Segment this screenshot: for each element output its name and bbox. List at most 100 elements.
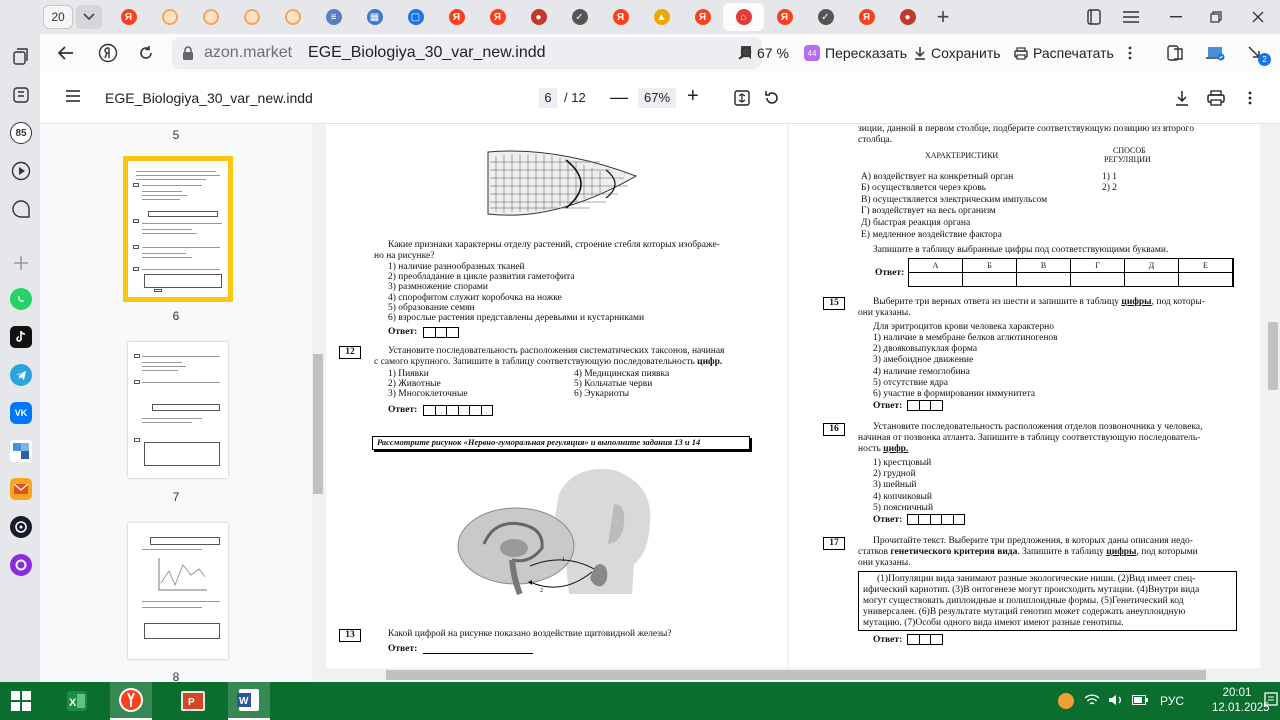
more-actions-button[interactable] [1120,39,1145,67]
browser-tab[interactable]: ● [518,3,559,31]
print-pdf-icon[interactable] [1206,88,1226,108]
play-icon[interactable] [10,160,32,182]
zoom-indicator[interactable]: 67 % [730,39,797,67]
table-answer-cell[interactable] [1017,273,1071,286]
yandex-home-button[interactable] [92,37,124,69]
browser-tab[interactable]: ▦ [354,3,395,31]
browser-tab[interactable] [190,3,231,31]
add-app-icon[interactable] [10,252,32,274]
bookmarks-panel-icon[interactable] [10,84,32,106]
taskbar-powerpoint[interactable]: P [172,682,214,720]
tab-list-button[interactable] [76,5,102,29]
browser-tab[interactable]: Я [108,3,149,31]
browser-tab[interactable]: Я [764,3,805,31]
profile-button[interactable] [1198,39,1239,67]
thumbnail-scrollbar[interactable] [312,124,324,682]
browser-tab[interactable]: ✓ [559,3,600,31]
thumbnail-page-7[interactable] [128,342,228,478]
cloud-icon[interactable] [10,440,32,462]
save-button[interactable]: Сохранить [906,39,1009,67]
browser-tab[interactable]: Я [682,3,723,31]
table-answer-cell[interactable] [909,273,963,286]
back-button[interactable] [50,37,82,69]
browser-tab[interactable]: Я [477,3,518,31]
taskbar-word[interactable]: W [228,682,270,720]
telegram-icon[interactable] [10,364,32,386]
regulation-1: 1) 1 [1102,172,1118,182]
thumbnail-page-8[interactable] [128,523,228,659]
tiktok-icon[interactable] [10,326,32,348]
browser-tab[interactable] [272,3,313,31]
q14-answer-table[interactable]: АБВГДЕ [908,258,1234,287]
browser-tab[interactable] [231,3,272,31]
mail-icon[interactable] [10,478,32,500]
taskbar-clock[interactable]: 20:01 12.01.2025 [1212,686,1270,716]
browser-tab[interactable]: ✓ [805,3,846,31]
language-indicator[interactable]: РУС [1160,694,1184,708]
hamburger-menu-icon[interactable] [66,90,80,102]
download-pdf-icon[interactable] [1172,88,1192,108]
battery-icon[interactable] [1132,694,1148,708]
minimize-button[interactable] [1158,0,1194,34]
rotate-icon[interactable] [762,88,782,108]
page-horizontal-scrollbar[interactable] [326,668,1266,682]
retell-button[interactable]: 44 Пересказать [796,39,915,67]
reload-button[interactable] [130,37,162,69]
restore-button[interactable] [1198,0,1234,34]
q11-answer-box[interactable] [423,327,459,338]
tabs-panel-icon[interactable] [10,46,32,68]
q16-answer-box[interactable] [907,514,965,525]
vk-icon[interactable]: VK [10,402,32,424]
new-tab-button[interactable]: + [928,3,958,31]
close-window-button[interactable] [1240,0,1276,34]
table-answer-cell[interactable] [1071,273,1125,286]
tray-app-icon[interactable] [1058,693,1074,709]
q17-answer-box[interactable] [907,634,943,645]
zoom-in-button[interactable]: + [687,85,699,108]
browser-tab[interactable]: ▲ [641,3,682,31]
pdf-more-icon[interactable] [1240,88,1260,108]
q16-answer-label: Ответ: [873,515,903,525]
browser-tab[interactable] [149,3,190,31]
messenger-icon[interactable] [10,554,32,576]
menu-icon[interactable] [1113,0,1149,34]
q17-passage-line-2: ифический кариотип. (3)В онтогенезе могу… [863,585,1200,595]
print-button[interactable]: Распечатать [1006,39,1122,67]
volume-icon[interactable] [1108,693,1124,710]
q11-option-5: 5) образование семян [388,303,475,313]
downloads-button[interactable]: 2 [1238,39,1275,67]
q13-answer-line[interactable] [423,653,533,654]
tab-count-button[interactable]: 20 [43,5,73,29]
network-icon[interactable] [1084,693,1100,710]
page-number-input[interactable]: 6 [539,88,557,108]
extensions-button[interactable] [1158,39,1197,67]
browser-tab[interactable]: ⌂ [723,3,764,31]
table-answer-cell[interactable] [963,273,1017,286]
table-answer-cell[interactable] [1179,273,1233,286]
address-bar[interactable]: azon.market EGE_Biologiya_30_var_new.ind… [172,37,762,69]
browser-tab[interactable]: ▢ [395,3,436,31]
browser-tab[interactable]: Я [600,3,641,31]
alice-icon[interactable] [10,198,32,220]
page-vertical-scrollbar[interactable] [1266,124,1280,668]
q15-stem: Для эритроцитов крови человека характерн… [873,322,1054,332]
thumbnail-page-6[interactable] [123,156,233,302]
fit-page-icon[interactable] [732,88,752,108]
q15-answer-box[interactable] [907,400,943,411]
start-button[interactable] [0,682,42,720]
notification-counter-icon[interactable]: 85 [10,122,32,144]
notifications-icon[interactable] [1264,692,1278,713]
whatsapp-icon[interactable] [10,288,32,310]
browser-tab[interactable]: Я [436,3,477,31]
browser-tab[interactable]: Я [846,3,887,31]
q12-answer-box[interactable] [423,405,493,416]
table-answer-cell[interactable] [1125,273,1179,286]
browser-tab[interactable]: ● [887,3,928,31]
zoom-input[interactable]: 67% [638,88,676,108]
taskbar-excel[interactable]: X [56,682,98,720]
browser-tab[interactable]: ≡ [313,3,354,31]
zoom-out-button[interactable]: — [610,87,628,108]
music-icon[interactable] [10,516,32,538]
taskbar-yandex-browser[interactable] [110,682,152,720]
collections-icon[interactable] [1076,0,1112,34]
